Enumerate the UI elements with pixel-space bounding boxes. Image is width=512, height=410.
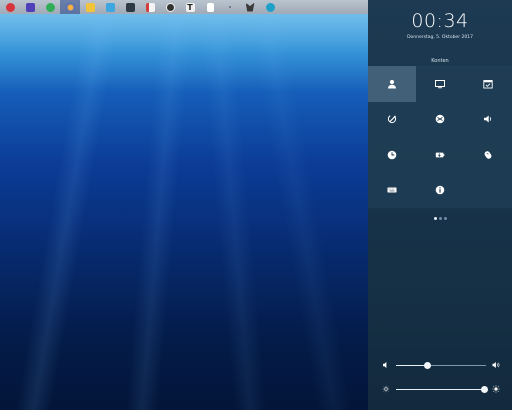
small-dot-icon: [229, 6, 231, 8]
search-icon: [265, 2, 275, 12]
taskbar-mail[interactable]: [20, 0, 40, 14]
tile-accounts[interactable]: [368, 66, 416, 102]
tile-mouse[interactable]: [464, 137, 512, 173]
volume-slider[interactable]: [382, 360, 500, 370]
volume-fill: [396, 364, 428, 366]
mail-icon: [25, 2, 35, 12]
file-manager-icon: [105, 2, 115, 12]
taskbar-file[interactable]: [200, 0, 220, 14]
control-center-panel: 00:34 Donnerstag, 5. Oktober 2017 Konten: [368, 0, 512, 410]
taskbar-clock-app[interactable]: [160, 0, 180, 14]
clock-date: Donnerstag, 5. Oktober 2017: [407, 35, 473, 40]
taskbar-text-app[interactable]: T: [180, 0, 200, 14]
mouse-icon: [484, 150, 492, 159]
tile-system-info[interactable]: [416, 173, 464, 209]
tile-personalize[interactable]: [368, 102, 416, 138]
document-red-icon: [145, 2, 155, 12]
keyboard-icon: [387, 187, 397, 193]
tile-time[interactable]: [368, 137, 416, 173]
taskbar-search[interactable]: [260, 0, 280, 14]
taskbar-fox[interactable]: [240, 0, 260, 14]
taskbar: T: [0, 0, 368, 14]
clock-app-icon: [165, 2, 175, 12]
chat-green-icon: [45, 2, 55, 12]
taskbar-document[interactable]: [140, 0, 160, 14]
app-red-icon: [5, 2, 15, 12]
page-dot-2[interactable]: [438, 217, 442, 220]
user-icon: [388, 79, 396, 89]
taskbar-browser[interactable]: [60, 0, 80, 14]
brightness-high-icon[interactable]: [492, 385, 500, 393]
volume-high-icon[interactable]: [492, 361, 500, 369]
brightness-fill: [396, 388, 485, 390]
file-icon: [206, 2, 214, 12]
brightness-low-icon[interactable]: [382, 385, 390, 393]
time-icon: [387, 150, 397, 160]
tile-network[interactable]: [416, 102, 464, 138]
taskbar-chat[interactable]: [40, 0, 60, 14]
volume-low-icon[interactable]: [382, 361, 390, 369]
wallpaper-water-surface: [0, 14, 368, 94]
terminal-icon: [125, 2, 135, 12]
tile-keyboard[interactable]: [368, 173, 416, 209]
tile-sound[interactable]: [464, 102, 512, 138]
network-icon: [435, 114, 445, 124]
text-app-icon: T: [185, 2, 195, 12]
page-dot-1[interactable]: [433, 217, 437, 220]
page-indicator: [368, 217, 512, 220]
page-dot-3[interactable]: [443, 217, 447, 220]
display-icon: [435, 79, 445, 88]
volume-icon: [484, 115, 492, 123]
settings-wrench-icon: [387, 115, 397, 124]
info-icon: [435, 185, 445, 195]
brightness-slider[interactable]: [382, 384, 500, 394]
browser-icon: [65, 2, 75, 12]
tile-power[interactable]: [416, 137, 464, 173]
brightness-thumb[interactable]: [480, 385, 488, 393]
taskbar-terminal[interactable]: [120, 0, 140, 14]
fox-icon: [245, 2, 255, 12]
quick-settings-grid: [368, 66, 512, 208]
folder-icon: [85, 2, 95, 12]
calendar-icon: [483, 79, 493, 89]
volume-thumb[interactable]: [424, 361, 431, 369]
battery-icon: [435, 152, 445, 158]
taskbar-app-red[interactable]: [0, 0, 20, 14]
tile-display[interactable]: [416, 66, 464, 102]
taskbar-folder[interactable]: [80, 0, 100, 14]
clock-time: 00:34: [411, 10, 469, 32]
section-label: Konten: [431, 58, 449, 64]
tile-calendar[interactable]: [464, 66, 512, 102]
taskbar-file-manager[interactable]: [100, 0, 120, 14]
tile-empty: [464, 173, 512, 209]
taskbar-small[interactable]: [220, 0, 240, 14]
